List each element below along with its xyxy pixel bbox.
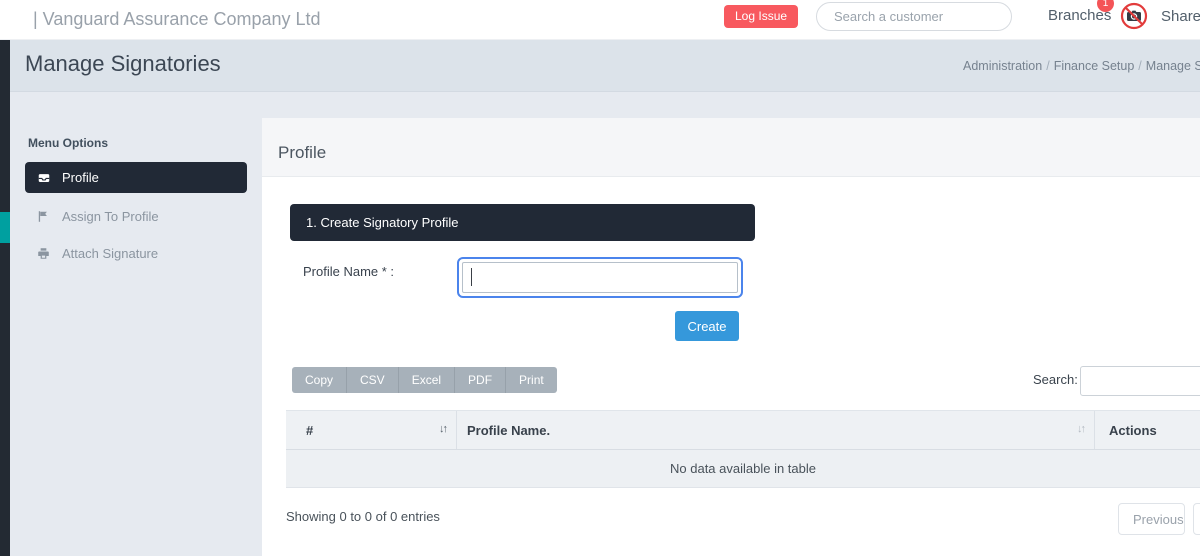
share-link[interactable]: Share <box>1161 8 1200 25</box>
print-button[interactable]: Print <box>506 367 557 393</box>
breadcrumb-separator: / <box>1042 59 1053 73</box>
sort-icon: ↓↑ <box>1077 423 1084 435</box>
previous-page-button[interactable]: Previous <box>1118 503 1185 535</box>
sidebar-item-label: Attach Signature <box>62 246 158 261</box>
column-label: Actions <box>1109 423 1157 438</box>
sidebar-item-profile[interactable]: Profile <box>25 162 247 193</box>
breadcrumb-administration[interactable]: Administration <box>963 59 1042 73</box>
table-empty-row: No data available in table <box>286 450 1200 488</box>
breadcrumb-current: Manage Signatories <box>1146 59 1200 73</box>
breadcrumb-finance-setup[interactable]: Finance Setup <box>1054 59 1135 73</box>
topbar: | Vanguard Assurance Company Ltd Log Iss… <box>0 0 1200 40</box>
sidebar-item-label: Profile <box>62 170 99 185</box>
column-header-profile-name[interactable]: Profile Name. ↓↑ <box>457 411 1095 449</box>
table-search-input[interactable] <box>1080 366 1200 396</box>
table-search-label: Search: <box>1033 372 1078 387</box>
profile-name-input[interactable] <box>462 262 738 293</box>
breadcrumb-separator: / <box>1134 59 1145 73</box>
company-name: | Vanguard Assurance Company Ltd <box>33 9 321 30</box>
profile-name-focus-ring <box>457 257 743 298</box>
app-window: | Vanguard Assurance Company Ltd Log Iss… <box>0 0 1200 556</box>
next-page-button[interactable]: Next <box>1193 503 1200 535</box>
customer-search-input[interactable] <box>816 2 1012 31</box>
create-signatory-panel-header: 1. Create Signatory Profile <box>290 204 755 241</box>
sidebar-item-attach-signature[interactable]: Attach Signature <box>25 241 247 265</box>
column-header-number[interactable]: # ↓↑ <box>286 411 457 449</box>
inbox-icon <box>37 171 51 185</box>
flag-icon <box>37 210 51 223</box>
sidebar-item-label: Assign To Profile <box>62 209 159 224</box>
page-title: Manage Signatories <box>25 51 221 77</box>
profile-name-label: Profile Name * : <box>303 264 394 279</box>
table-info: Showing 0 to 0 of 0 entries <box>286 509 440 524</box>
branches-badge: 1 <box>1097 0 1114 12</box>
log-issue-button[interactable]: Log Issue <box>724 5 798 28</box>
camera-off-icon[interactable] <box>1120 2 1148 30</box>
column-header-actions: Actions <box>1095 411 1200 449</box>
card-title: Profile <box>278 143 326 163</box>
profile-card-header <box>262 118 1200 177</box>
table-header-row: # ↓↑ Profile Name. ↓↑ Actions <box>286 410 1200 450</box>
csv-button[interactable]: CSV <box>347 367 399 393</box>
pdf-button[interactable]: PDF <box>455 367 506 393</box>
sort-icon: ↓↑ <box>439 423 446 435</box>
column-label: Profile Name. <box>467 423 550 438</box>
breadcrumb: Administration/Finance Setup/Manage Sign… <box>963 59 1200 73</box>
collapsed-nav-active-indicator <box>0 212 10 243</box>
collapsed-nav-strip <box>0 40 10 556</box>
copy-button[interactable]: Copy <box>292 367 347 393</box>
text-caret <box>471 268 472 286</box>
sidebar-item-assign-to-profile[interactable]: Assign To Profile <box>25 204 247 228</box>
menu-options-heading: Menu Options <box>28 136 108 150</box>
create-button[interactable]: Create <box>675 311 739 341</box>
column-label: # <box>306 423 313 438</box>
excel-button[interactable]: Excel <box>399 367 455 393</box>
printer-icon <box>37 247 51 260</box>
export-button-group: Copy CSV Excel PDF Print <box>292 367 557 393</box>
